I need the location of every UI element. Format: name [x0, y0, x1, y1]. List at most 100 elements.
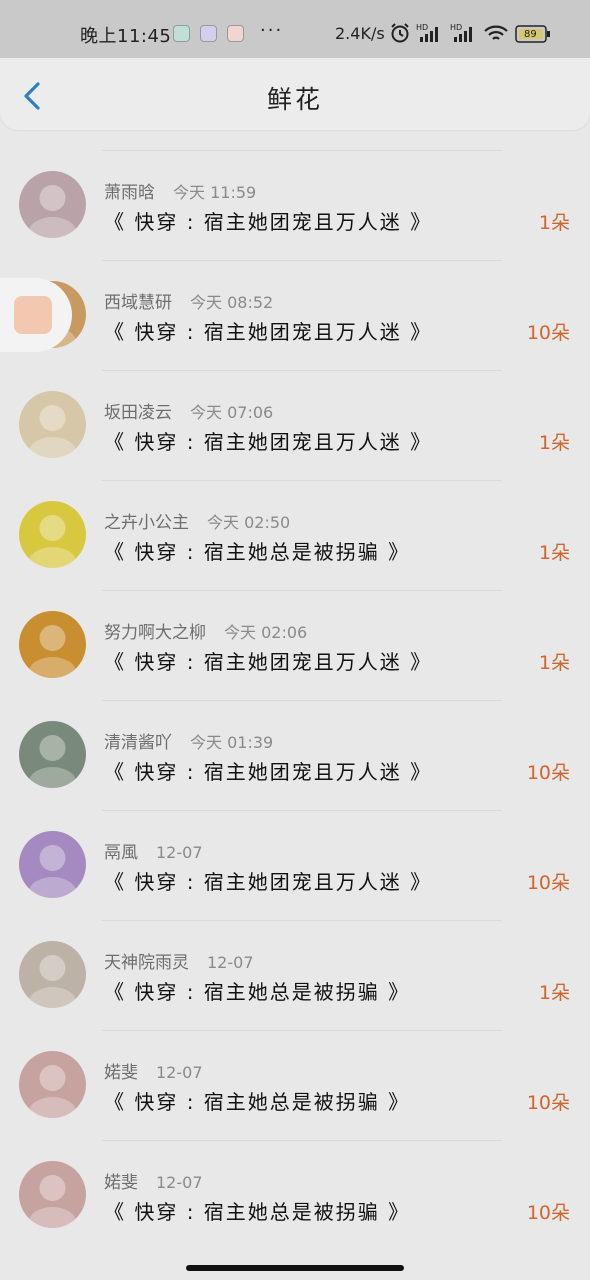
list-item[interactable]: 萧雨晗 今天 11:59 《 快穿 : 宿主她团宠且万人迷 》 1朵: [0, 150, 590, 260]
signal-icon: HD: [416, 22, 444, 48]
more-notifications-icon: ···: [260, 20, 284, 41]
flower-count: 10朵: [526, 322, 570, 344]
user-name-text: 萧雨晗: [104, 183, 155, 203]
avatar-image-icon: [28, 845, 77, 898]
flower-count: 1朵: [538, 542, 570, 564]
list-item[interactable]: 西域慧研 今天 08:52 《 快穿 : 宿主她团宠且万人迷 》 10朵: [0, 260, 590, 370]
timestamp: 今天 11:59: [173, 183, 257, 202]
floating-app-icon: [14, 296, 52, 334]
divider: [102, 700, 502, 701]
list-item[interactable]: 天神院雨灵 12-07 《 快穿 : 宿主她总是被拐骗 》 1朵: [0, 920, 590, 1030]
home-indicator[interactable]: [186, 1265, 404, 1271]
user-name: 之卉小公主 今天 02:50: [104, 508, 290, 533]
flower-count: 1朵: [538, 432, 570, 454]
avatar-image-icon: [28, 735, 77, 788]
user-name-text: 坂田凌云: [104, 403, 172, 423]
list-item[interactable]: 婼斐 12-07 《 快穿 : 宿主她总是被拐骗 》 10朵: [0, 1140, 590, 1250]
book-title[interactable]: 《 快穿 : 宿主她团宠且万人迷 》: [104, 646, 432, 675]
book-title[interactable]: 《 快穿 : 宿主她总是被拐骗 》: [104, 1086, 410, 1115]
flower-count: 10朵: [526, 1092, 570, 1114]
avatar[interactable]: [19, 391, 86, 458]
alarm-icon: [389, 22, 411, 48]
list-item[interactable]: 婼斐 12-07 《 快穿 : 宿主她总是被拐骗 》 10朵: [0, 1030, 590, 1140]
list-item[interactable]: 清清酱吖 今天 01:39 《 快穿 : 宿主她团宠且万人迷 》 10朵: [0, 700, 590, 810]
app-notification-icon: [173, 25, 190, 42]
list-item[interactable]: 努力啊大之柳 今天 02:06 《 快穿 : 宿主她团宠且万人迷 》 1朵: [0, 590, 590, 700]
book-title[interactable]: 《 快穿 : 宿主她团宠且万人迷 》: [104, 206, 432, 235]
list-item[interactable]: 鬲風 12-07 《 快穿 : 宿主她团宠且万人迷 》 10朵: [0, 810, 590, 920]
app-notification-icon: [200, 25, 217, 42]
flower-count: 10朵: [526, 1202, 570, 1224]
timestamp: 今天 01:39: [190, 733, 274, 752]
timestamp: 今天 02:50: [207, 513, 291, 532]
flower-count: 1朵: [538, 652, 570, 674]
book-title[interactable]: 《 快穿 : 宿主她团宠且万人迷 》: [104, 866, 432, 895]
avatar-image-icon: [28, 955, 77, 1008]
divider: [102, 1030, 502, 1031]
svg-text:HD: HD: [416, 23, 428, 32]
timestamp: 今天 02:06: [224, 623, 308, 642]
avatar-image-icon: [28, 405, 77, 458]
avatar[interactable]: [19, 831, 86, 898]
divider: [102, 480, 502, 481]
user-name: 坂田凌云 今天 07:06: [104, 398, 273, 423]
status-bar: 晚上11:45 ··· 2.4K/s HD HD 89: [0, 0, 590, 58]
book-title[interactable]: 《 快穿 : 宿主她团宠且万人迷 》: [104, 426, 432, 455]
avatar-image-icon: [28, 515, 77, 568]
floating-widget-button[interactable]: [0, 278, 72, 352]
avatar[interactable]: [19, 171, 86, 238]
header: 鲜花: [0, 58, 590, 130]
user-name: 婼斐 12-07: [104, 1168, 203, 1193]
user-name: 西域慧研 今天 08:52: [104, 288, 273, 313]
book-title[interactable]: 《 快穿 : 宿主她总是被拐骗 》: [104, 536, 410, 565]
timestamp: 12-07: [156, 843, 203, 862]
avatar[interactable]: [19, 611, 86, 678]
divider: [102, 920, 502, 921]
user-name: 萧雨晗 今天 11:59: [104, 178, 256, 203]
avatar[interactable]: [19, 941, 86, 1008]
timestamp: 12-07: [156, 1063, 203, 1082]
book-title[interactable]: 《 快穿 : 宿主她总是被拐骗 》: [104, 976, 410, 1005]
network-speed: 2.4K/s: [335, 24, 385, 43]
user-name-text: 西域慧研: [104, 293, 172, 313]
divider: [102, 260, 502, 261]
user-name: 努力啊大之柳 今天 02:06: [104, 618, 307, 643]
book-title[interactable]: 《 快穿 : 宿主她团宠且万人迷 》: [104, 316, 432, 345]
svg-text:HD: HD: [450, 23, 462, 32]
page-title: 鲜花: [266, 85, 323, 114]
user-name-text: 婼斐: [104, 1173, 138, 1193]
list-item[interactable]: 坂田凌云 今天 07:06 《 快穿 : 宿主她团宠且万人迷 》 1朵: [0, 370, 590, 480]
battery-level: 89: [524, 29, 537, 40]
book-title[interactable]: 《 快穿 : 宿主她团宠且万人迷 》: [104, 756, 432, 785]
avatar[interactable]: [19, 1051, 86, 1118]
signal-icon: HD: [450, 22, 478, 48]
avatar[interactable]: [19, 721, 86, 788]
flower-list: 萧雨晗 今天 11:59 《 快穿 : 宿主她团宠且万人迷 》 1朵 西域慧研 今天…: [0, 150, 590, 1250]
user-name-text: 天神院雨灵: [104, 953, 189, 973]
user-name: 清清酱吖 今天 01:39: [104, 728, 273, 753]
divider: [102, 810, 502, 811]
wifi-icon: [483, 22, 509, 48]
avatar[interactable]: [19, 1161, 86, 1228]
flower-count: 10朵: [526, 872, 570, 894]
timestamp: 12-07: [207, 953, 254, 972]
timestamp: 12-07: [156, 1173, 203, 1192]
avatar-image-icon: [28, 625, 77, 678]
user-name-text: 婼斐: [104, 1063, 138, 1083]
book-title[interactable]: 《 快穿 : 宿主她总是被拐骗 》: [104, 1196, 410, 1225]
user-name: 天神院雨灵 12-07: [104, 948, 254, 973]
flower-count: 1朵: [538, 212, 570, 234]
flower-count: 10朵: [526, 762, 570, 784]
user-name: 鬲風 12-07: [104, 838, 203, 863]
divider: [102, 1140, 502, 1141]
divider: [102, 590, 502, 591]
flower-count: 1朵: [538, 982, 570, 1004]
divider: [102, 150, 502, 151]
list-item[interactable]: 之卉小公主 今天 02:50 《 快穿 : 宿主她总是被拐骗 》 1朵: [0, 480, 590, 590]
app-notification-icon: [227, 25, 244, 42]
avatar-image-icon: [28, 1175, 77, 1228]
user-name-text: 努力啊大之柳: [104, 623, 206, 643]
timestamp: 今天 08:52: [190, 293, 274, 312]
divider: [102, 370, 502, 371]
avatar[interactable]: [19, 501, 86, 568]
